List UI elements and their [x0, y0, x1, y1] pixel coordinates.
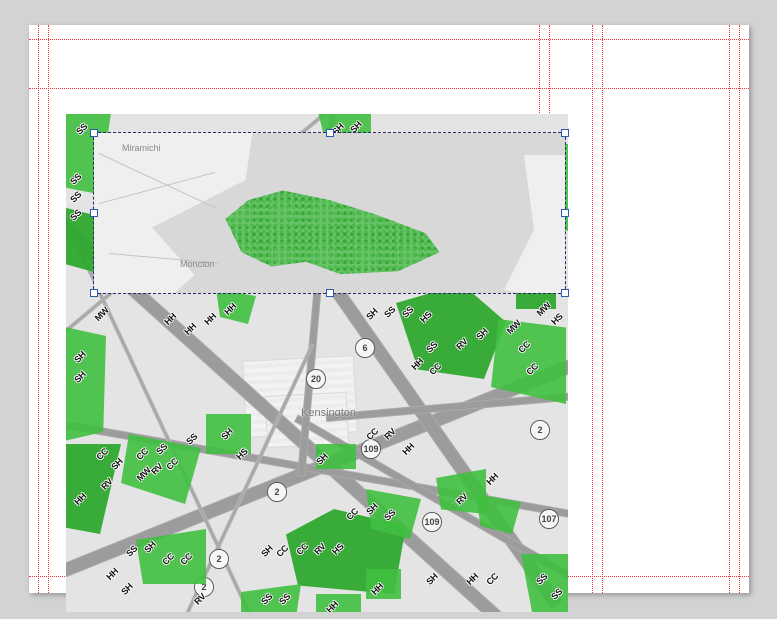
forest-polygon: [396, 284, 506, 379]
inset-place-label: Miramichi: [122, 143, 161, 153]
selection-handle-w[interactable]: [90, 209, 98, 217]
forest-polygon: [66, 444, 121, 534]
highway-shield: 6: [355, 338, 375, 358]
forest-polygon: [366, 569, 401, 599]
selection-handle-n[interactable]: [326, 129, 334, 137]
species-code: CC: [484, 571, 500, 587]
species-code: HS: [549, 311, 564, 326]
selection-handle-se[interactable]: [561, 289, 569, 297]
highway-shield: 109: [361, 439, 381, 459]
highway-shield: 2: [530, 420, 550, 440]
forest-polygon: [316, 594, 361, 612]
species-code: HH: [484, 471, 500, 487]
species-code: SH: [119, 581, 134, 596]
inset-place-label: Moncton: [180, 259, 215, 269]
species-code: HH: [104, 566, 120, 582]
selection-handle-nw[interactable]: [90, 129, 98, 137]
forest-polygon: [206, 414, 251, 454]
selection-handle-e[interactable]: [561, 209, 569, 217]
pei-forest-overlay: [214, 181, 444, 276]
highway-shield: 2: [209, 549, 229, 569]
guide-vertical[interactable]: [739, 25, 740, 593]
selection-handle-ne[interactable]: [561, 129, 569, 137]
guide-vertical[interactable]: [729, 25, 730, 593]
guide-vertical[interactable]: [48, 25, 49, 593]
guide-horizontal[interactable]: [29, 88, 749, 89]
highway-shield: 20: [306, 369, 326, 389]
species-code: HH: [400, 441, 416, 457]
guide-horizontal[interactable]: [29, 39, 749, 40]
land-east: [484, 155, 565, 293]
inset-map: Miramichi Moncton: [94, 133, 565, 293]
forest-polygon: [216, 289, 256, 324]
forest-polygon: [316, 444, 356, 469]
species-code: SH: [259, 543, 274, 558]
land-mainland: [94, 133, 254, 293]
highway-shield: 109: [422, 512, 442, 532]
forest-polygon: [521, 554, 568, 612]
highway-shield: 2: [267, 482, 287, 502]
forest-polygon: [241, 584, 301, 612]
forest-polygon: [66, 324, 106, 444]
guide-vertical[interactable]: [602, 25, 603, 593]
selection-handle-s[interactable]: [326, 289, 334, 297]
layout-page: Kensington 6 20 2 109 2 2 109 107 2: [29, 25, 749, 593]
guide-vertical[interactable]: [592, 25, 593, 593]
inset-map-frame[interactable]: Miramichi Moncton: [93, 132, 566, 294]
selection-handle-sw[interactable]: [90, 289, 98, 297]
highway-shield: 107: [539, 509, 559, 529]
species-code: SH: [364, 306, 379, 321]
guide-vertical[interactable]: [38, 25, 39, 593]
locality-label: Kensington: [301, 407, 356, 419]
species-code: CC: [274, 543, 290, 559]
species-code: HH: [202, 311, 218, 327]
species-code: SS: [382, 304, 397, 319]
species-code: SS: [68, 189, 83, 204]
